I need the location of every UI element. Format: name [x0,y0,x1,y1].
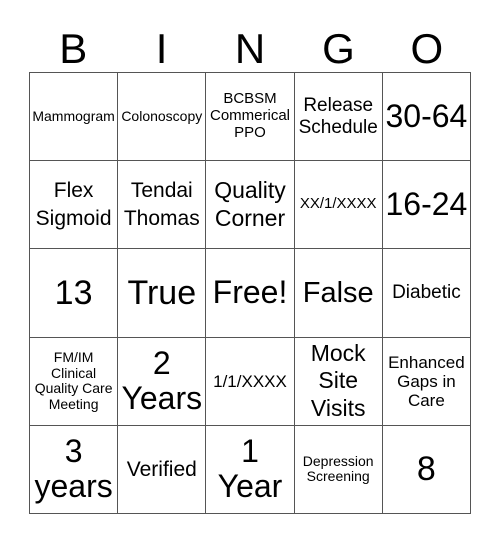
header-letter-n: N [234,25,266,72]
bingo-cell[interactable]: 8 [382,425,471,514]
bingo-cell[interactable]: True [118,249,207,338]
bingo-cell[interactable]: 2 Years [118,337,207,426]
header-letter-o: O [410,25,444,72]
bingo-cell[interactable]: Verified [118,425,207,514]
bingo-cell[interactable]: 1 Year [206,425,295,514]
bingo-header: B I N G O [29,25,471,72]
bingo-cell[interactable]: 30-64 [382,73,471,162]
bingo-cell[interactable]: Mock Site Visits [294,337,383,426]
header-letter-b: B [59,25,88,72]
bingo-cell[interactable]: 16-24 [382,161,471,250]
bingo-cell[interactable]: Tendai Thomas [118,161,207,250]
bingo-cell[interactable]: Enhanced Gaps in Care [382,337,471,426]
bingo-cell[interactable]: 1/1/XXXX [206,337,295,426]
bingo-cell[interactable]: Release Schedule [294,73,383,162]
header-letter-i: I [155,25,168,72]
bingo-cell[interactable]: 13 [30,249,119,338]
bingo-cell[interactable]: False [294,249,383,338]
bingo-cell[interactable]: Quality Corner [206,161,295,250]
bingo-cell[interactable]: Flex Sigmoid [30,161,119,250]
free-space-cell[interactable]: Free! [206,249,295,338]
bingo-cell[interactable]: BCBSM Commerical PPO [206,73,295,162]
bingo-cell[interactable]: 3 years [30,425,119,514]
bingo-cell[interactable]: Colonoscopy [118,73,207,162]
bingo-cell[interactable]: Diabetic [382,249,471,338]
bingo-cell[interactable]: XX/1/XXXX [294,161,383,250]
bingo-cell[interactable]: Mammogram [30,73,119,162]
bingo-grid: Mammogram Colonoscopy BCBSM Commerical P… [29,72,471,514]
header-letter-g: G [322,25,355,72]
bingo-cell[interactable]: Depression Screening [294,425,383,514]
bingo-cell[interactable]: FM/IM Clinical Quality Care Meeting [30,337,119,426]
